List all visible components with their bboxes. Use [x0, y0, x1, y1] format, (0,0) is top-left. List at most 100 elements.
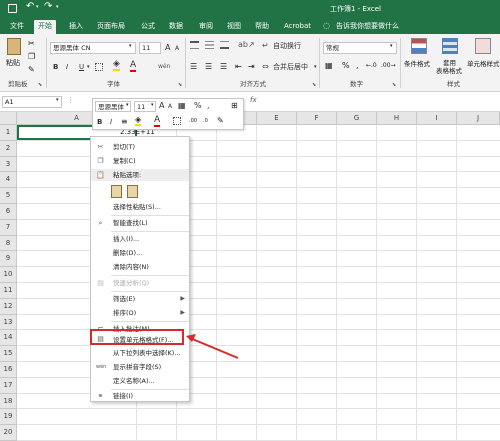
align-middle-icon[interactable] — [205, 41, 214, 49]
row-header-19[interactable]: 19 — [0, 409, 17, 426]
row-header-6[interactable]: 6 — [0, 204, 17, 220]
font-size-select[interactable]: 11 — [139, 42, 161, 54]
bold-button[interactable]: B — [53, 62, 58, 72]
mini-paint-format-icon[interactable]: ⊞ — [231, 101, 238, 110]
formula-input[interactable] — [262, 96, 498, 108]
column-header-g[interactable]: G — [337, 112, 377, 125]
row-header-9[interactable]: 9 — [0, 251, 17, 268]
conditional-formatting-button[interactable]: 条件格式 — [404, 38, 434, 76]
wrap-text-button[interactable]: 自动换行 — [273, 41, 301, 51]
increase-indent-icon[interactable]: ⇥ — [248, 62, 255, 71]
menu-item-cut[interactable]: ✂ 剪切(T) — [91, 141, 189, 153]
copy-icon[interactable]: ❐ — [28, 52, 35, 61]
align-bottom-icon[interactable] — [220, 41, 229, 49]
undo-icon[interactable]: ↶ — [26, 1, 34, 12]
mini-size-dropdown-icon[interactable]: ▾ — [151, 102, 154, 108]
phonetic-guide-button[interactable]: wén — [158, 62, 170, 72]
row-header-3[interactable]: 3 — [0, 156, 17, 173]
number-launcher-icon[interactable]: ⬊ — [392, 82, 396, 88]
menu-item-delete[interactable]: 删除(D)... — [91, 247, 189, 259]
align-left-icon[interactable]: ☰ — [190, 62, 197, 71]
tab-insert[interactable]: 插入 — [65, 20, 87, 34]
cell-styles-button[interactable]: 单元格样式 — [467, 38, 500, 76]
underline-button[interactable]: U — [79, 62, 84, 72]
row-header-8[interactable]: 8 — [0, 235, 17, 252]
tab-home[interactable]: 开始 — [34, 20, 56, 34]
mini-align-icon[interactable]: ≡ — [121, 117, 128, 126]
tab-file[interactable]: 文件 — [6, 20, 28, 34]
menu-item-filter[interactable]: 筛选(E) ▶ — [91, 293, 189, 305]
mini-format-painter-icon[interactable]: ✎ — [217, 116, 224, 125]
borders-icon[interactable] — [95, 63, 103, 71]
name-box-dropdown-icon[interactable]: ▾ — [56, 97, 59, 103]
decrease-decimal-icon[interactable]: .00→ — [381, 62, 396, 69]
fx-label[interactable]: fx — [250, 96, 257, 104]
font-name-dropdown-icon[interactable]: ▾ — [129, 43, 132, 49]
menu-item-clear[interactable]: 清除内容(N) — [91, 261, 189, 273]
merge-dropdown-icon[interactable]: ▾ — [314, 64, 317, 70]
align-center-icon[interactable]: ☰ — [205, 62, 212, 71]
number-format-dropdown-icon[interactable]: ▾ — [390, 43, 393, 49]
row-header-15[interactable]: 15 — [0, 346, 17, 362]
tab-data[interactable]: 数据 — [165, 20, 187, 34]
tab-formulas[interactable]: 公式 — [137, 20, 159, 34]
underline-dropdown-icon[interactable]: ▾ — [87, 64, 90, 70]
row-header-10[interactable]: 10 — [0, 267, 17, 283]
menu-item-insert[interactable]: 插入(I)... — [91, 233, 189, 245]
row-header-20[interactable]: 20 — [0, 425, 17, 441]
tab-review[interactable]: 审阅 — [195, 20, 217, 34]
menu-item-sort[interactable]: 排序(O) ▶ — [91, 307, 189, 319]
currency-icon[interactable]: ▦ — [325, 61, 333, 70]
fill-color-icon[interactable]: ◈ — [113, 60, 120, 71]
percent-icon[interactable]: % — [342, 61, 350, 70]
row-header-18[interactable]: 18 — [0, 393, 17, 410]
mini-fill-color-icon[interactable]: ◈ — [135, 115, 142, 126]
mini-font-dropdown-icon[interactable]: ▾ — [126, 102, 129, 108]
name-box[interactable]: A1 — [2, 96, 62, 108]
column-header-e[interactable]: E — [257, 112, 297, 125]
paste-option-icon[interactable] — [111, 185, 122, 198]
paste-button[interactable]: 粘贴 — [4, 38, 24, 72]
cut-icon[interactable]: ✂ — [28, 39, 35, 48]
menu-item-paste-special[interactable]: 选择性粘贴(S)... — [91, 201, 189, 213]
mini-decrease-font-button[interactable]: A — [168, 102, 172, 112]
column-header-h[interactable]: H — [377, 112, 417, 125]
column-header-f[interactable]: F — [297, 112, 337, 125]
comma-style-icon[interactable]: , — [356, 61, 359, 70]
increase-decimal-icon[interactable]: ←.0 — [366, 62, 377, 69]
qat-customize-icon[interactable]: ▾ — [56, 4, 59, 10]
mini-comma-button[interactable]: , — [207, 101, 210, 111]
tell-me-search[interactable]: 告诉我你想要做什么 — [332, 20, 403, 34]
mini-italic-button[interactable]: I — [110, 117, 112, 127]
menu-item-phonetic[interactable]: wén 显示拼音字段(S) — [91, 361, 189, 373]
increase-font-size-button[interactable]: A — [165, 43, 170, 53]
tab-acrobat[interactable]: Acrobat — [280, 20, 315, 34]
row-header-2[interactable]: 2 — [0, 140, 17, 157]
menu-item-link[interactable]: ⚭ 链接(I) — [91, 390, 189, 402]
number-format-select[interactable]: 常规 — [323, 42, 397, 54]
menu-item-copy[interactable]: ❐ 复制(C) — [91, 155, 189, 167]
mini-bold-button[interactable]: B — [97, 117, 102, 127]
column-header-i[interactable]: I — [417, 112, 457, 125]
mini-currency-icon[interactable]: ▦ — [178, 101, 186, 110]
format-as-table-button[interactable]: 套用 表格格式 — [436, 38, 464, 82]
row-header-4[interactable]: 4 — [0, 172, 17, 189]
menu-item-define-name[interactable]: 定义名称(A)... — [91, 375, 189, 387]
menu-item-smart-lookup[interactable]: ⌕ 智能查找(L) — [91, 217, 189, 229]
decrease-indent-icon[interactable]: ⇤ — [235, 62, 242, 71]
menu-item-pick-from-list[interactable]: 从下拉列表中选择(K)... — [91, 347, 189, 359]
font-color-button[interactable]: A — [130, 60, 137, 72]
italic-button[interactable]: I — [66, 62, 68, 72]
format-painter-icon[interactable]: ✎ — [28, 65, 35, 74]
mini-increase-font-button[interactable]: A — [159, 101, 164, 111]
row-header-17[interactable]: 17 — [0, 377, 17, 394]
mini-font-color-button[interactable]: A — [154, 115, 161, 127]
save-icon[interactable] — [8, 4, 17, 13]
row-header-12[interactable]: 12 — [0, 298, 17, 315]
row-header-7[interactable]: 7 — [0, 219, 17, 236]
mini-decimal-icon[interactable]: .00 — [189, 118, 197, 124]
font-name-select[interactable]: 思源黑体 CN — [50, 42, 136, 54]
undo-dropdown-icon[interactable]: ▾ — [36, 4, 39, 10]
row-header-13[interactable]: 13 — [0, 314, 17, 331]
select-all-corner[interactable] — [0, 112, 17, 125]
